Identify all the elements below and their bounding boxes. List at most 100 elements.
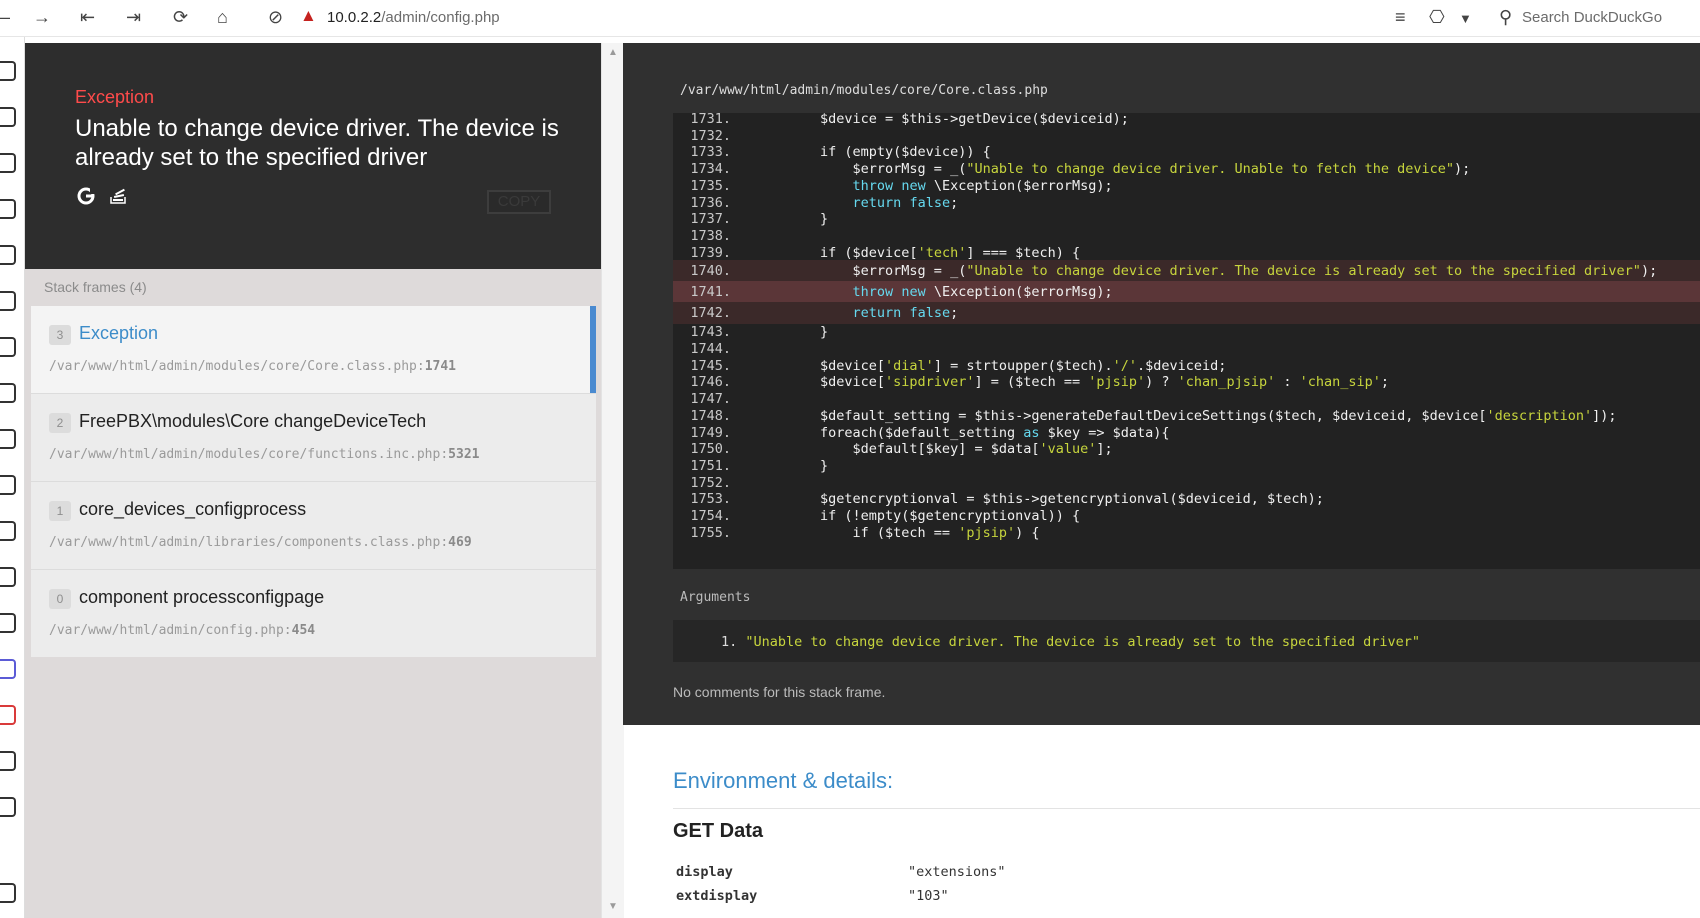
code-line: 1753. $getencryptionval = $this->getencr…	[673, 490, 1700, 508]
line-number: 1745.	[690, 357, 731, 374]
code-view: 1731. $device = $this->getDevice($device…	[673, 113, 1700, 569]
search-icon: ⚲	[1499, 7, 1513, 27]
code-line: 1741. throw new \Exception($errorMsg);	[673, 281, 1700, 304]
divider	[673, 808, 1700, 809]
line-number: 1746.	[690, 374, 731, 391]
sidebar-icon[interactable]	[0, 199, 16, 219]
get-data-value: "extensions"	[908, 864, 1006, 880]
get-data-row: extdisplay "103"	[676, 888, 1176, 906]
code-line: 1752.	[673, 474, 1700, 492]
pinterest-icon[interactable]	[0, 705, 16, 725]
sidebar-icon[interactable]	[0, 383, 16, 403]
sidebar-icon[interactable]	[0, 337, 16, 357]
frame-number: 0	[49, 589, 71, 609]
menu-icon[interactable]: ▼	[1459, 9, 1472, 29]
sidebar-icon[interactable]	[0, 751, 16, 771]
stack-frame[interactable]: 0 component processconfigpage /var/www/h…	[31, 570, 596, 657]
code-line: 1746. $device['sipdriver'] = ($tech == '…	[673, 373, 1700, 391]
line-number: 1742.	[690, 305, 731, 322]
code-line: 1755. if ($tech == 'pjsip') {	[673, 524, 1700, 542]
line-source: return false;	[852, 305, 959, 322]
code-line: 1751. }	[673, 457, 1700, 475]
browser-toolbar: – → ⇤ ⇥ ⟳ ⌂ ⊘ ▲ 10.0.2.2/admin/config.ph…	[0, 0, 1700, 37]
stack-frame[interactable]: 2 FreePBX\modules\Core changeDeviceTech …	[31, 394, 596, 481]
code-line: 1750. $default[$key] = $data['value'];	[673, 440, 1700, 458]
code-line: 1734. $errorMsg = _("Unable to change de…	[673, 160, 1700, 178]
search-input[interactable]: Search DuckDuckGo	[1522, 9, 1662, 26]
line-source: if ($device['tech'] === $tech) {	[755, 244, 1081, 261]
get-data-value: "103"	[908, 888, 949, 904]
code-line: 1749. foreach($default_setting as $key =…	[673, 424, 1700, 442]
line-number: 1738.	[690, 227, 731, 244]
line-number: 1750.	[690, 441, 731, 458]
frame-file: /var/www/html/admin/modules/core/functio…	[49, 447, 480, 462]
get-data-title: GET Data	[673, 820, 764, 842]
reload-icon[interactable]: ⟳	[173, 7, 188, 27]
first-icon[interactable]: ⇤	[80, 7, 95, 27]
sidebar-icon[interactable]	[0, 61, 16, 81]
line-source: throw new \Exception($errorMsg);	[852, 284, 1113, 301]
code-line: 1742. return false;	[673, 302, 1700, 325]
line-number: 1734.	[690, 161, 731, 178]
sidebar-icon[interactable]	[0, 107, 16, 127]
sidebar-icon[interactable]	[0, 475, 16, 495]
line-number: 1744.	[690, 341, 731, 357]
code-panel: /var/www/html/admin/modules/core/Core.cl…	[623, 43, 1700, 725]
tracking-icon[interactable]: ⊘	[268, 7, 283, 27]
active-frame-indicator	[590, 306, 596, 393]
back-icon[interactable]: –	[0, 7, 10, 27]
line-number: 1741.	[690, 284, 731, 301]
copy-button[interactable]: COPY	[487, 190, 551, 214]
frame-file: /var/www/html/admin/modules/core/Core.cl…	[49, 359, 456, 374]
scroll-up-icon[interactable]: ▲	[608, 47, 618, 58]
google-icon[interactable]	[77, 187, 96, 205]
sidebar-icon[interactable]	[0, 429, 16, 449]
line-source: if ($tech == 'pjsip') {	[755, 524, 1040, 541]
line-number: 1732.	[690, 127, 731, 144]
sidebar-icon[interactable]	[0, 291, 16, 311]
line-number: 1743.	[690, 324, 731, 341]
frame-class: core_devices_configprocess	[79, 499, 307, 519]
argument-item: 1. "Unable to change device driver. The …	[721, 634, 1420, 650]
frame-class: Exception	[79, 323, 159, 343]
line-source: $device['sipdriver'] = ($tech == 'pjsip'…	[755, 374, 1390, 391]
home-icon[interactable]: ⌂	[217, 7, 228, 27]
sidebar-icon[interactable]	[0, 613, 16, 633]
reader-icon[interactable]: ≡	[1395, 7, 1406, 27]
line-number: 1747.	[690, 391, 731, 408]
stack-frames-title: Stack frames (4)	[44, 279, 147, 295]
scrollbar[interactable]: ▲ ▼	[601, 43, 624, 918]
line-number: 1752.	[690, 474, 731, 491]
line-source: }	[755, 211, 829, 228]
code-line: 1744.	[673, 340, 1700, 358]
sidebar-icon[interactable]	[0, 567, 16, 587]
sidebar-icon[interactable]	[0, 153, 16, 173]
settings-icon[interactable]	[0, 883, 16, 903]
get-data-key: display	[676, 864, 733, 880]
code-line: 1737. }	[673, 210, 1700, 228]
line-number: 1735.	[690, 177, 731, 194]
warning-icon[interactable]: ▲	[300, 6, 317, 26]
bookmark-icon[interactable]: ⎔	[1429, 7, 1445, 27]
stack-frame[interactable]: 1 core_devices_configprocess /var/www/ht…	[31, 482, 596, 569]
code-line: 1736. return false;	[673, 194, 1700, 212]
url-text[interactable]: 10.0.2.2/admin/config.php	[327, 9, 500, 26]
line-number: 1737.	[690, 211, 731, 228]
line-number: 1748.	[690, 407, 731, 424]
code-line: 1754. if (!empty($getencryptionval)) {	[673, 507, 1700, 525]
sidebar-icon[interactable]	[0, 797, 16, 817]
sidebar-icon[interactable]	[0, 245, 16, 265]
stack-frame[interactable]: 3 Exception /var/www/html/admin/modules/…	[31, 306, 596, 393]
search-links	[77, 186, 137, 213]
code-file-path: /var/www/html/admin/modules/core/Core.cl…	[680, 83, 1048, 98]
line-source: throw new \Exception($errorMsg);	[852, 177, 1113, 194]
sidebar-icon[interactable]	[0, 521, 16, 541]
frame-number: 1	[49, 501, 71, 521]
last-icon[interactable]: ⇥	[126, 7, 141, 27]
arguments-box: 1. "Unable to change device driver. The …	[673, 620, 1700, 662]
mastodon-icon[interactable]	[0, 659, 16, 679]
scroll-down-icon[interactable]: ▼	[608, 901, 618, 912]
code-line: 1733. if (empty($device)) {	[673, 143, 1700, 161]
stackoverflow-icon[interactable]	[110, 188, 126, 204]
forward-icon[interactable]: →	[33, 7, 51, 27]
